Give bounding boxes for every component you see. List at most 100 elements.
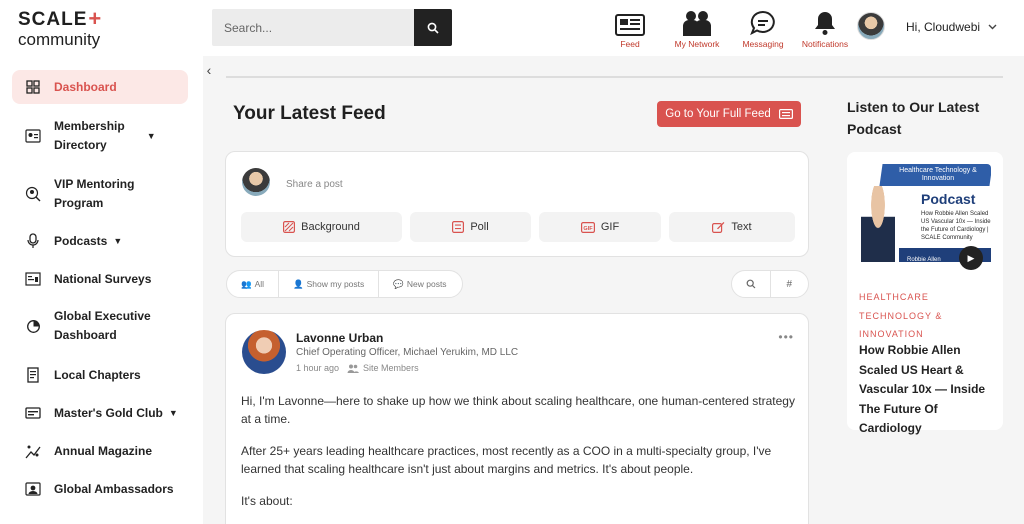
- podcast-headline[interactable]: How Robbie Allen Scaled US Heart & Vascu…: [859, 341, 999, 439]
- podcast-thumbnail[interactable]: Healthcare Technology & Innovation Podca…: [859, 164, 991, 270]
- sidebar: Dashboard Membership Directory ▼ VIP Men…: [0, 56, 203, 524]
- nav-messaging[interactable]: Messaging: [740, 10, 786, 49]
- sidebar-item-label: Membership Directory: [54, 119, 125, 152]
- post-meta: 1 hour ago Site Members: [296, 363, 419, 373]
- hashtag-icon: #: [786, 278, 793, 290]
- sidebar-item-label: VIP Mentoring Program: [54, 177, 135, 210]
- sidebar-item-global-ambassadors[interactable]: Global Ambassadors: [12, 478, 188, 500]
- poll-icon: [452, 221, 465, 233]
- user-avatar[interactable]: [857, 12, 885, 40]
- filter-label: All: [254, 279, 265, 289]
- author-avatar[interactable]: [242, 330, 286, 374]
- mentoring-icon: [20, 181, 46, 207]
- filter-label: Show my posts: [306, 279, 365, 289]
- post-type-poll-button[interactable]: Poll: [410, 212, 531, 242]
- sidebar-item-vip-mentoring[interactable]: VIP Mentoring Program: [12, 174, 188, 214]
- filter-label: New posts: [406, 279, 447, 289]
- comment-icon: 💬: [393, 278, 404, 289]
- go-to-full-feed-button[interactable]: Go to Your Full Feed: [657, 101, 801, 127]
- main-divider: [226, 76, 1003, 78]
- nav-my-network[interactable]: My Network: [670, 10, 724, 49]
- feed-filter-bar: 👥 All 👤 Show my posts 💬 New posts: [226, 270, 463, 298]
- svg-text:GIF: GIF: [583, 226, 593, 232]
- nav-messaging-label: Messaging: [742, 39, 784, 49]
- caret-down-icon: ▼: [113, 236, 123, 246]
- sidebar-item-label: Podcasts: [54, 233, 108, 248]
- sidebar-item-label: Global Ambassadors: [54, 481, 174, 496]
- caret-down-icon: ▼: [168, 408, 178, 418]
- sidebar-item-label: Dashboard: [54, 79, 117, 94]
- sidebar-item-dashboard[interactable]: Dashboard: [12, 70, 188, 104]
- edit-icon: [712, 222, 725, 233]
- newspaper-icon: [615, 14, 645, 36]
- sidebar-item-national-surveys[interactable]: National Surveys: [12, 268, 188, 290]
- nav-notifications[interactable]: Notifications: [798, 10, 852, 49]
- search-button[interactable]: [414, 9, 452, 46]
- thumb-guest-name: Robbie Allen: [907, 257, 941, 263]
- share-post-input[interactable]: Share a post: [286, 179, 343, 190]
- magazine-icon: [20, 438, 46, 464]
- scale-community-logo[interactable]: SCALE + community: [18, 6, 103, 49]
- top-header: SCALE+ community Feed My Network Messagi…: [0, 0, 1024, 56]
- gold-club-icon: [20, 400, 46, 426]
- post-audience: Site Members: [347, 363, 419, 373]
- filter-new-posts[interactable]: 💬 New posts: [379, 270, 460, 298]
- chapters-icon: [20, 362, 46, 388]
- sidebar-item-global-executive-dashboard[interactable]: Global Executive Dashboard: [12, 306, 188, 346]
- microphone-icon: [20, 228, 46, 254]
- share-post-card: Share a post Background Poll GIF GIF Tex…: [225, 151, 809, 257]
- ambassadors-icon: [20, 476, 46, 502]
- nav-feed[interactable]: Feed: [613, 10, 647, 49]
- user-menu[interactable]: Hi, Cloudwebi: [906, 20, 997, 34]
- post-type-gif-button[interactable]: GIF GIF: [539, 212, 661, 242]
- hashtag-button[interactable]: #: [771, 271, 809, 297]
- play-icon[interactable]: ▶: [959, 246, 983, 270]
- post-type-background-button[interactable]: Background: [241, 212, 402, 242]
- user-greeting: Hi, Cloudwebi: [906, 20, 981, 34]
- gif-icon: GIF: [580, 221, 595, 233]
- sidebar-item-podcasts[interactable]: Podcasts ▼: [12, 230, 188, 252]
- caret-down-icon: ▼: [146, 131, 156, 141]
- post-author-name[interactable]: Lavonne Urban: [296, 331, 383, 345]
- sidebar-item-label: Annual Magazine: [54, 443, 153, 458]
- people-icon: [683, 11, 711, 36]
- logo-text-bottom: community: [18, 30, 101, 49]
- sidebar-collapse-chevron-icon[interactable]: ‹: [203, 62, 215, 78]
- avatar: [242, 168, 270, 196]
- search-icon: [427, 22, 439, 34]
- post-type-label: Poll: [470, 221, 489, 233]
- page-title: Your Latest Feed: [233, 103, 386, 124]
- post-paragraph: It's about:: [241, 494, 293, 508]
- sidebar-item-label: Master's Gold Club: [54, 405, 163, 420]
- feed-search-button[interactable]: [732, 271, 771, 297]
- feed-icon: [778, 109, 793, 119]
- post-paragraph: Hi, I'm Lavonne—here to shake up how we …: [241, 394, 795, 426]
- chat-bubble-icon: [750, 10, 775, 36]
- post-type-text-button[interactable]: Text: [669, 212, 795, 242]
- thumb-band-text: Healthcare Technology & Innovation: [899, 167, 977, 182]
- podcast-category[interactable]: HEALTHCARE TECHNOLOGY & INNOVATION: [859, 288, 999, 344]
- dashboard-icon: [20, 74, 46, 100]
- post-type-label: Text: [731, 221, 752, 233]
- search-bar: [212, 9, 452, 46]
- search-input[interactable]: [212, 9, 414, 46]
- filter-show-my-posts[interactable]: 👤 Show my posts: [279, 270, 380, 298]
- podcast-card[interactable]: Healthcare Technology & Innovation Podca…: [847, 152, 1003, 435]
- nav-network-label: My Network: [674, 39, 720, 49]
- sidebar-item-membership-directory[interactable]: Membership Directory ▼: [12, 116, 188, 156]
- sidebar-item-annual-magazine[interactable]: Annual Magazine: [12, 440, 188, 462]
- nav-notifications-label: Notifications: [801, 39, 849, 49]
- logo-plus: +: [88, 6, 103, 31]
- sidebar-item-masters-gold-club[interactable]: Master's Gold Club ▼: [12, 402, 188, 424]
- filter-all[interactable]: 👥 All: [227, 270, 280, 298]
- chevron-down-icon: [988, 24, 997, 30]
- sidebar-item-label: National Surveys: [54, 271, 152, 286]
- feed-tools: #: [731, 270, 809, 298]
- more-options-icon[interactable]: •••: [778, 330, 794, 344]
- post-timestamp: 1 hour ago: [296, 363, 340, 373]
- sidebar-item-local-chapters[interactable]: Local Chapters: [12, 364, 188, 386]
- sidebar-item-label: Local Chapters: [54, 367, 141, 382]
- survey-icon: [20, 266, 46, 292]
- pie-chart-icon: [20, 313, 46, 339]
- post-paragraph: After 25+ years leading healthcare pract…: [241, 444, 772, 476]
